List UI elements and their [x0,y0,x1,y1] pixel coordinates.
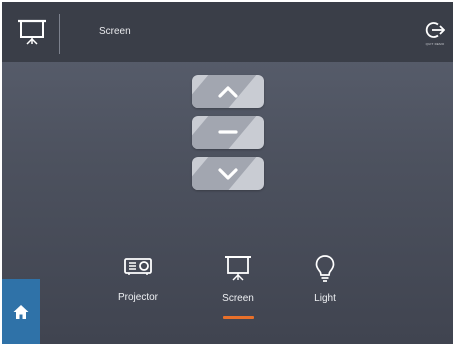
device-label-projector: Projector [117,292,158,303]
minus-icon [218,130,238,134]
chevron-down-icon [218,168,238,180]
projection-screen-icon [18,19,46,45]
projector-icon [124,258,152,275]
device-screen[interactable]: Screen [198,254,278,304]
page-title: Screen [99,26,131,37]
header-bar: Screen QUIT DEMO [2,2,453,62]
projection-screen-icon [225,256,251,281]
screen-down-button[interactable] [192,157,264,190]
lightbulb-icon [315,255,335,282]
header-divider [59,14,60,54]
screen-up-button[interactable] [192,75,264,108]
exit-arrow-icon [425,22,445,38]
active-indicator [223,316,254,319]
exit-label: QUIT DEMO [425,42,445,46]
device-light[interactable]: Light [285,254,365,304]
device-label-screen: Screen [222,293,254,304]
device-label-light: Light [314,293,336,304]
home-icon [13,305,29,319]
screen-stop-button[interactable] [192,116,264,149]
chevron-up-icon [218,86,238,98]
device-projector[interactable]: Projector [98,254,178,303]
touch-panel: Screen QUIT DEMO Projector Screen Light [2,2,453,344]
exit-button[interactable]: QUIT DEMO [420,14,450,54]
home-button[interactable] [2,279,40,344]
